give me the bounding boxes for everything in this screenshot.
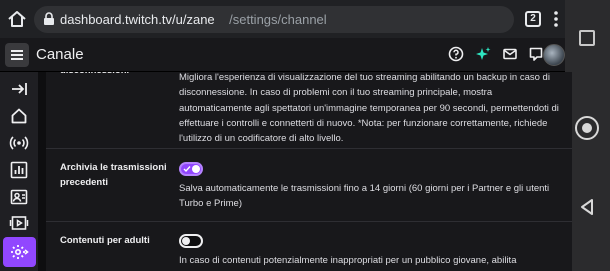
divider — [46, 221, 572, 222]
divider — [46, 148, 572, 149]
home-icon[interactable] — [6, 8, 28, 30]
settings-content: disconnessioni Migliora l'esperienza di … — [46, 72, 572, 271]
check-icon — [183, 166, 191, 173]
tab-switcher-button[interactable]: 2 — [525, 11, 541, 27]
toggle-knob — [182, 237, 190, 245]
back-button[interactable] — [578, 198, 596, 216]
archive-toggle[interactable] — [179, 162, 203, 176]
more-menu-icon[interactable] — [553, 10, 559, 28]
lock-icon[interactable] — [42, 12, 56, 26]
chat-icon[interactable] — [528, 46, 544, 62]
collapse-icon[interactable] — [9, 79, 29, 99]
settings-icon[interactable] — [9, 242, 29, 262]
sidebar — [0, 72, 38, 271]
browser-toolbar: dashboard.twitch.tv/u/zane /settings/cha… — [0, 0, 565, 38]
page-title: Canale — [36, 46, 84, 63]
menu-button[interactable] — [5, 43, 29, 67]
recent-apps-button[interactable] — [579, 30, 595, 46]
help-icon[interactable] — [448, 46, 464, 62]
android-home-button[interactable] — [575, 116, 599, 140]
toggle-knob — [192, 165, 200, 173]
archive-label: Archivia le trasmissioni precedenti — [60, 162, 167, 188]
mature-content-toggle[interactable] — [179, 234, 203, 248]
backup-label: disconnessioni — [60, 72, 129, 78]
mature-description: In caso di contenuti potenzialmente inap… — [179, 255, 517, 266]
mail-icon[interactable] — [502, 46, 518, 62]
url-text[interactable]: dashboard.twitch.tv/u/zane /settings/cha… — [60, 12, 327, 27]
analytics-icon[interactable] — [9, 160, 29, 180]
avatar[interactable] — [543, 44, 565, 66]
mature-label: Contenuti per adulti — [60, 235, 150, 246]
sparkle-icon[interactable] — [475, 46, 491, 62]
archive-description: Salva automaticamente le trasmissioni fi… — [179, 183, 550, 210]
broadcast-icon[interactable] — [9, 133, 29, 153]
home-icon[interactable] — [9, 106, 29, 126]
content-icon[interactable] — [9, 213, 29, 233]
community-icon[interactable] — [9, 187, 29, 207]
backup-description: Migliora l'esperienza di visualizzazione… — [179, 72, 559, 145]
dashboard-header: Canale — [0, 38, 565, 72]
